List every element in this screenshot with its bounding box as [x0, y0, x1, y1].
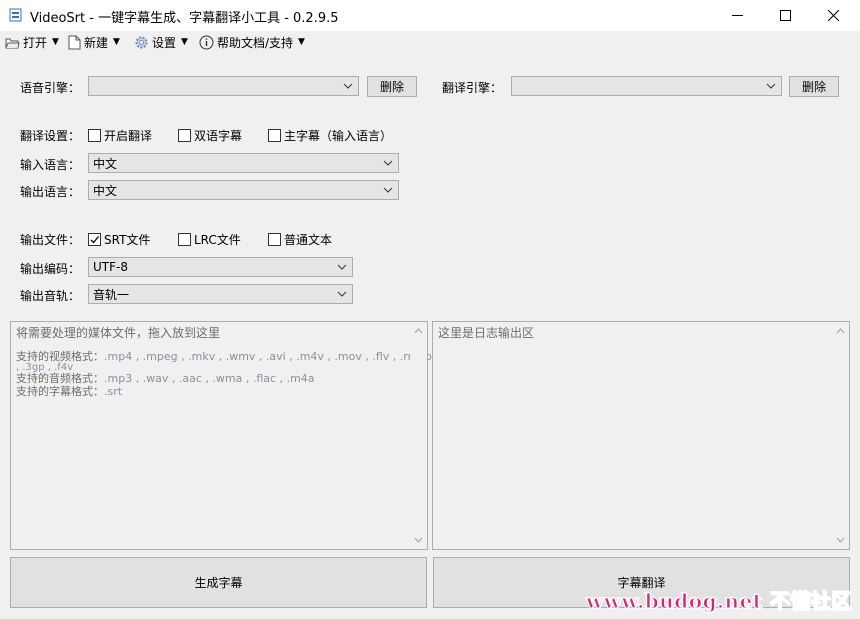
chevron-down-icon: ▼ — [52, 37, 59, 47]
gear-icon — [135, 36, 148, 48]
media-drop-placeholder: 将需要处理的媒体文件，拖入放到这里 — [16, 326, 221, 340]
output-language-label: 输出语言： — [20, 185, 81, 199]
output-language-value: 中文 — [93, 183, 118, 198]
new-file-icon — [68, 35, 81, 49]
menu-settings-label: 设置 — [152, 35, 177, 50]
delete-translate-engine-button[interactable]: 删除 — [789, 76, 839, 97]
output-track-select[interactable]: 音轨一 — [88, 284, 353, 304]
lrc-file-label: LRC文件 — [194, 233, 241, 247]
scroll-down-icon[interactable] — [832, 534, 849, 546]
chevron-down-icon — [383, 187, 393, 193]
srt-file-checkbox[interactable]: SRT文件 — [88, 231, 150, 248]
maximize-icon — [779, 10, 791, 21]
input-language-label: 输入语言： — [20, 158, 81, 172]
minimize-icon — [731, 15, 743, 16]
translate-engine-select[interactable] — [511, 76, 782, 96]
maximize-button[interactable] — [762, 0, 808, 31]
subtitle-formats-label: 支持的字幕格式： — [16, 385, 104, 398]
speech-engine-label: 语音引擎： — [20, 81, 81, 95]
audio-formats: .mp3 , .wav , .aac , .wma , .flac , .m4a — [104, 372, 315, 385]
log-placeholder: 这里是日志输出区 — [438, 326, 535, 340]
bilingual-subtitle-checkbox[interactable]: 双语字幕 — [178, 127, 242, 144]
chevron-down-icon: ▼ — [298, 37, 305, 47]
video-formats: .mp4 , .mpeg , .mkv , .wmv , .avi , .m4v… — [104, 350, 432, 363]
translate-engine-label: 翻译引擎： — [442, 81, 503, 95]
checkbox-box — [268, 129, 281, 142]
output-encoding-value: UTF-8 — [93, 260, 128, 274]
scroll-up-icon[interactable] — [832, 325, 849, 337]
log-output-area[interactable]: 这里是日志输出区 — [432, 321, 850, 550]
checkbox-box — [88, 233, 101, 246]
chevron-down-icon — [337, 291, 347, 297]
info-icon — [199, 35, 214, 49]
folder-icon — [5, 38, 20, 48]
app-icon — [9, 8, 22, 22]
close-button[interactable] — [810, 0, 856, 31]
subtitle-formats: .srt — [104, 385, 123, 398]
menu-new[interactable]: 新建 ▼ — [68, 33, 120, 51]
scroll-down-icon[interactable] — [410, 534, 427, 546]
output-language-select[interactable]: 中文 — [88, 180, 399, 200]
checkbox-box — [178, 129, 191, 142]
media-scrollbar[interactable] — [410, 322, 427, 549]
output-track-value: 音轨一 — [93, 287, 130, 302]
menu-open[interactable]: 打开 ▼ — [5, 33, 59, 51]
media-drop-area[interactable]: 将需要处理的媒体文件，拖入放到这里 支持的视频格式：.mp4 , .mpeg ,… — [10, 321, 432, 550]
output-encoding-label: 输出编码： — [20, 262, 81, 276]
input-language-select[interactable]: 中文 — [88, 153, 399, 173]
close-icon — [827, 10, 839, 21]
chevron-down-icon — [343, 83, 353, 89]
output-track-label: 输出音轨： — [20, 289, 81, 303]
menu-new-label: 新建 — [84, 35, 109, 50]
menu-help[interactable]: 帮助文档/支持 ▼ — [199, 33, 305, 51]
bilingual-subtitle-label: 双语字幕 — [194, 129, 243, 143]
supported-formats: 支持的视频格式：.mp4 , .mpeg , .mkv , .wmv , .av… — [16, 350, 432, 398]
audio-formats-label: 支持的音频格式： — [16, 372, 104, 385]
checkbox-box — [178, 233, 191, 246]
output-file-label: 输出文件： — [20, 233, 81, 247]
input-language-value: 中文 — [93, 156, 118, 171]
lrc-file-checkbox[interactable]: LRC文件 — [178, 231, 241, 248]
menu-help-label: 帮助文档/支持 — [217, 35, 294, 50]
plain-text-checkbox[interactable]: 普通文本 — [268, 231, 332, 248]
scroll-up-icon[interactable] — [410, 325, 427, 337]
window-title: VideoSrt - 一键字幕生成、字幕翻译小工具 - 0.2.9.5 — [30, 11, 339, 26]
site-watermark: www.budog.net 不懂社区 — [586, 585, 852, 614]
chevron-down-icon — [766, 83, 776, 89]
chevron-down-icon: ▼ — [181, 37, 188, 47]
log-scrollbar[interactable] — [832, 322, 849, 549]
srt-file-label: SRT文件 — [104, 233, 151, 247]
menu-settings[interactable]: 设置 ▼ — [134, 33, 188, 51]
plain-text-label: 普通文本 — [284, 233, 333, 247]
checkbox-box — [268, 233, 281, 246]
watermark-url: www.budog.net — [586, 589, 763, 614]
watermark-brand: 不懂社区 — [770, 589, 853, 614]
chevron-down-icon — [383, 160, 393, 166]
checkbox-box — [88, 129, 101, 142]
enable-translate-checkbox[interactable]: 开启翻译 — [88, 127, 152, 144]
generate-subtitle-button[interactable]: 生成字幕 — [10, 557, 427, 608]
main-subtitle-checkbox[interactable]: 主字幕（输入语言） — [268, 127, 392, 144]
translate-settings-label: 翻译设置： — [20, 129, 81, 143]
minimize-button[interactable] — [714, 0, 760, 31]
chevron-down-icon: ▼ — [113, 37, 120, 47]
checkmark-icon — [90, 236, 99, 244]
menu-open-label: 打开 — [23, 35, 48, 50]
video-formats-continued: , .3gp , .f4v — [16, 362, 74, 373]
speech-engine-select[interactable] — [88, 76, 359, 96]
main-subtitle-label: 主字幕（输入语言） — [284, 129, 393, 143]
enable-translate-label: 开启翻译 — [104, 129, 153, 143]
output-encoding-select[interactable]: UTF-8 — [88, 257, 353, 277]
chevron-down-icon — [337, 264, 347, 270]
delete-speech-engine-button[interactable]: 删除 — [367, 76, 417, 97]
